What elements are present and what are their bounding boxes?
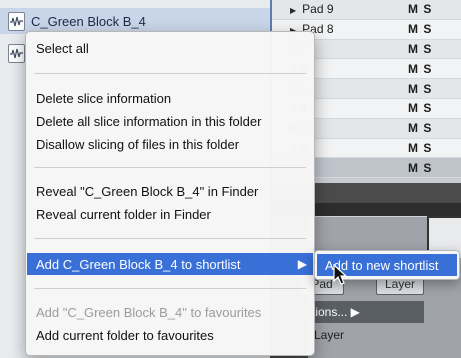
options-button[interactable]: tions... ▶: [308, 301, 424, 323]
menu-item-reveal-file[interactable]: Reveal "C_Green Block B_4" in Finder: [27, 180, 313, 202]
layer-label: Layer: [314, 328, 345, 342]
pad-mute-solo[interactable]: M S: [408, 62, 432, 76]
pad-mute-solo[interactable]: M S: [408, 121, 432, 135]
expand-triangle-icon[interactable]: ▶: [290, 6, 296, 15]
menu-item-label: Add C_Green Block B_4 to shortlist: [36, 256, 241, 272]
audio-file-icon: [8, 43, 25, 63]
pad-mute-solo[interactable]: M S: [408, 141, 432, 155]
menu-item-delete-slice-info[interactable]: Delete slice information: [27, 87, 313, 109]
menu-separator: [34, 167, 306, 168]
pad-mute-solo[interactable]: M S: [408, 22, 432, 36]
menu-item-add-to-favourites: Add "C_Green Block B_4" to favourites: [36, 304, 262, 320]
menu-separator: [34, 73, 306, 74]
pad-mute-solo[interactable]: M S: [408, 82, 432, 96]
pad-mute-solo[interactable]: M S: [408, 2, 432, 16]
audio-file-icon: [8, 11, 25, 31]
menu-item-add-folder-to-favourites[interactable]: Add current folder to favourites: [27, 324, 313, 346]
pad-mute-solo[interactable]: M S: [408, 101, 432, 115]
pad-mute-solo[interactable]: M S: [408, 161, 432, 175]
submenu-arrow-icon: ▶: [297, 257, 307, 271]
menu-item-add-to-shortlist[interactable]: Add C_Green Block B_4 to shortlist ▶: [27, 253, 313, 275]
file-name: C_Green Block B_4: [31, 13, 146, 29]
menu-item-disallow-slicing[interactable]: Disallow slicing of files in this folder: [27, 133, 313, 155]
menu-item-reveal-folder[interactable]: Reveal current folder in Finder: [27, 203, 313, 225]
context-menu: Select all Delete slice information Dele…: [25, 31, 315, 356]
menu-separator: [34, 288, 306, 289]
menu-item-select-all[interactable]: Select all: [27, 37, 313, 59]
pad-label: Pad 9: [302, 2, 334, 17]
pad-row[interactable]: ▶ Pad 9 M S: [272, 0, 461, 20]
menu-item-delete-all-slice-info[interactable]: Delete all slice information in this fol…: [27, 110, 313, 132]
menu-separator: [34, 238, 306, 239]
mouse-pointer-icon: [333, 264, 348, 285]
pad-mute-solo[interactable]: M S: [408, 42, 432, 56]
